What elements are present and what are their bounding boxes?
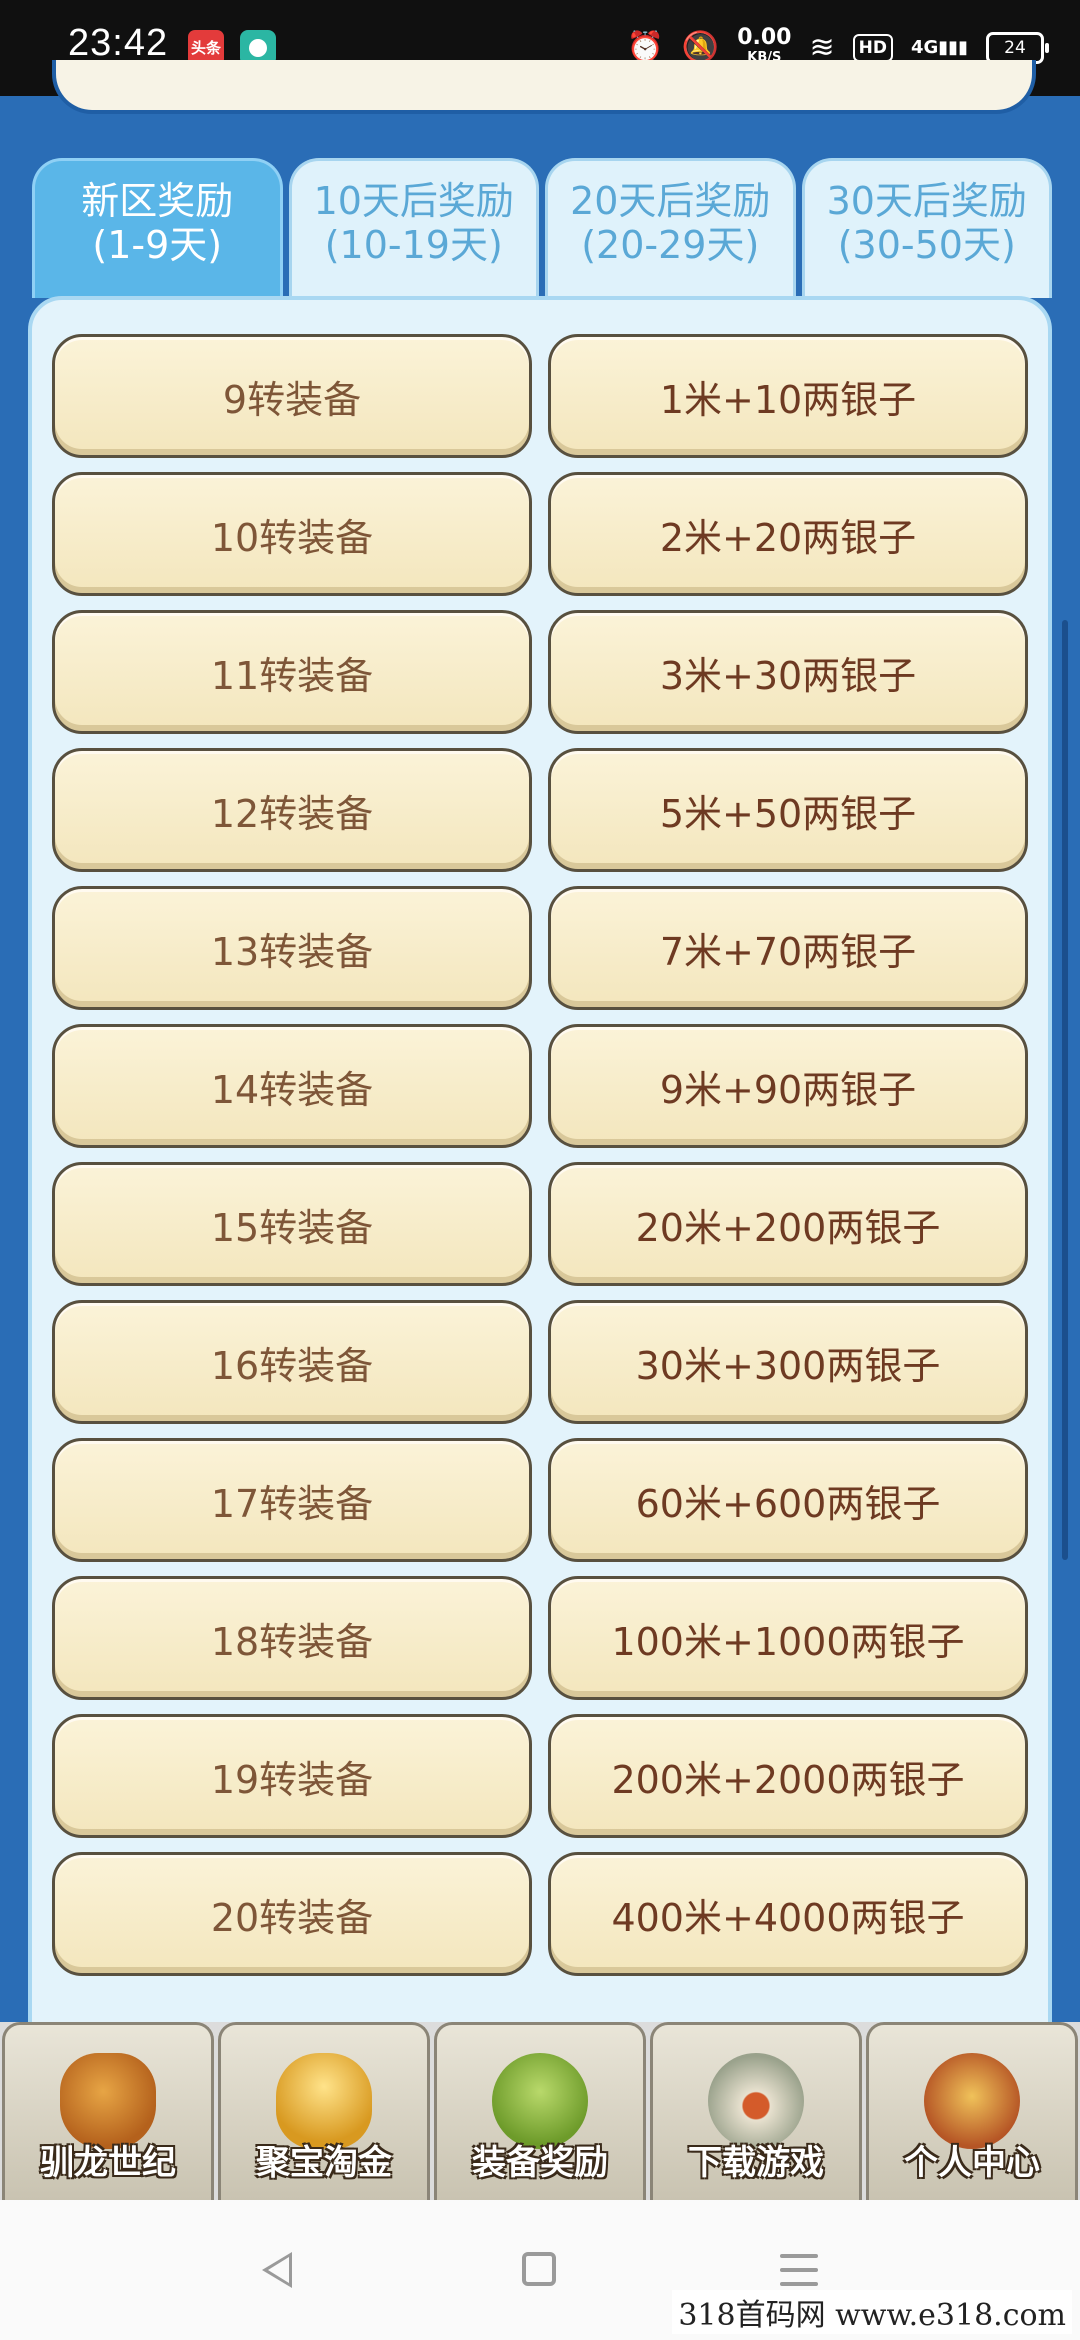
reward-condition-button[interactable]: 19转装备 <box>52 1714 532 1838</box>
signal-icon: 4G▮▮▮ <box>910 37 968 58</box>
reward-value-button[interactable]: 100米+1000两银子 <box>548 1576 1028 1700</box>
reward-value-button[interactable]: 9米+90两银子 <box>548 1024 1028 1148</box>
tab-title: 新区奖励 <box>81 179 234 223</box>
reward-condition-button[interactable]: 9转装备 <box>52 334 532 458</box>
tab-1[interactable]: 10天后奖励 (10-19天) <box>288 158 539 298</box>
home-icon[interactable] <box>522 2252 556 2286</box>
reward-value-button[interactable]: 7米+70两银子 <box>548 886 1028 1010</box>
tab-0[interactable]: 新区奖励 (1-9天) <box>32 158 283 298</box>
reward-condition-button[interactable]: 13转装备 <box>52 886 532 1010</box>
nav-item-3[interactable]: 下载游戏 <box>650 2022 862 2200</box>
wifi-icon: ≋ <box>809 30 835 65</box>
reward-value-button[interactable]: 20米+200两银子 <box>548 1162 1028 1286</box>
reward-value-button[interactable]: 3米+30两银子 <box>548 610 1028 734</box>
tab-3[interactable]: 30天后奖励 (30-50天) <box>801 158 1052 298</box>
header-panel-edge <box>52 60 1036 114</box>
reward-value-button[interactable]: 30米+300两银子 <box>548 1300 1028 1424</box>
tab-range: (10-19天) <box>324 223 503 267</box>
reward-condition-button[interactable]: 14转装备 <box>52 1024 532 1148</box>
reward-value-button[interactable]: 200米+2000两银子 <box>548 1714 1028 1838</box>
reward-condition-button[interactable]: 16转装备 <box>52 1300 532 1424</box>
tab-title: 30天后奖励 <box>826 179 1027 223</box>
tab-title: 10天后奖励 <box>313 179 514 223</box>
tab-range: (1-9天) <box>92 223 223 267</box>
reward-condition-button[interactable]: 10转装备 <box>52 472 532 596</box>
reward-value-button[interactable]: 1米+10两银子 <box>548 334 1028 458</box>
back-icon[interactable] <box>262 2252 292 2288</box>
reward-condition-button[interactable]: 15转装备 <box>52 1162 532 1286</box>
reward-value-button[interactable]: 2米+20两银子 <box>548 472 1028 596</box>
reward-condition-button[interactable]: 17转装备 <box>52 1438 532 1562</box>
reward-value-button[interactable]: 400米+4000两银子 <box>548 1852 1028 1976</box>
reward-value-button[interactable]: 60米+600两银子 <box>548 1438 1028 1562</box>
tab-range: (30-50天) <box>837 223 1016 267</box>
reward-tabs: 新区奖励 (1-9天) 10天后奖励 (10-19天) 20天后奖励 (20-29天) 30… <box>32 158 1052 298</box>
alarm-icon: ⏰ <box>626 30 664 65</box>
reward-grid: 9转装备 1米+10两银子 10转装备 2米+20两银子 11转装备 3米+30两银子 12… <box>52 334 1028 1976</box>
hd-icon: HD <box>852 34 893 62</box>
nav-item-2[interactable]: 装备奖励 <box>434 2022 646 2200</box>
nav-item-label: 个人中心 <box>904 2143 1040 2183</box>
status-time: 23:42 <box>68 22 169 64</box>
watermark: 318首码网 www.e318.com <box>672 2290 1072 2334</box>
reward-condition-button[interactable]: 11转装备 <box>52 610 532 734</box>
scrollbar[interactable] <box>1062 620 1068 1560</box>
nav-item-label: 聚宝淘金 <box>256 2143 392 2183</box>
mute-bell-icon: 🔕 <box>681 30 720 65</box>
reward-panel[interactable]: 9转装备 1米+10两银子 10转装备 2米+20两银子 11转装备 3米+30两银子 12… <box>28 296 1052 2036</box>
recents-icon[interactable] <box>780 2254 818 2286</box>
reward-condition-button[interactable]: 20转装备 <box>52 1852 532 1976</box>
nav-item-1[interactable]: 聚宝淘金 <box>218 2022 430 2200</box>
tab-2[interactable]: 20天后奖励 (20-29天) <box>545 158 796 298</box>
reward-condition-button[interactable]: 12转装备 <box>52 748 532 872</box>
nav-item-label: 下载游戏 <box>688 2143 824 2183</box>
reward-condition-button[interactable]: 18转装备 <box>52 1576 532 1700</box>
nav-item-label: 驯龙世纪 <box>40 2143 176 2183</box>
reward-value-button[interactable]: 5米+50两银子 <box>548 748 1028 872</box>
tab-title: 20天后奖励 <box>570 179 771 223</box>
nav-item-label: 装备奖励 <box>472 2143 608 2183</box>
tab-range: (20-29天) <box>581 223 760 267</box>
nav-item-4[interactable]: 个人中心 <box>866 2022 1078 2200</box>
game-bottom-nav: 驯龙世纪 聚宝淘金 装备奖励 下载游戏 个人中心 <box>0 2022 1080 2200</box>
nav-item-0[interactable]: 驯龙世纪 <box>2 2022 214 2200</box>
